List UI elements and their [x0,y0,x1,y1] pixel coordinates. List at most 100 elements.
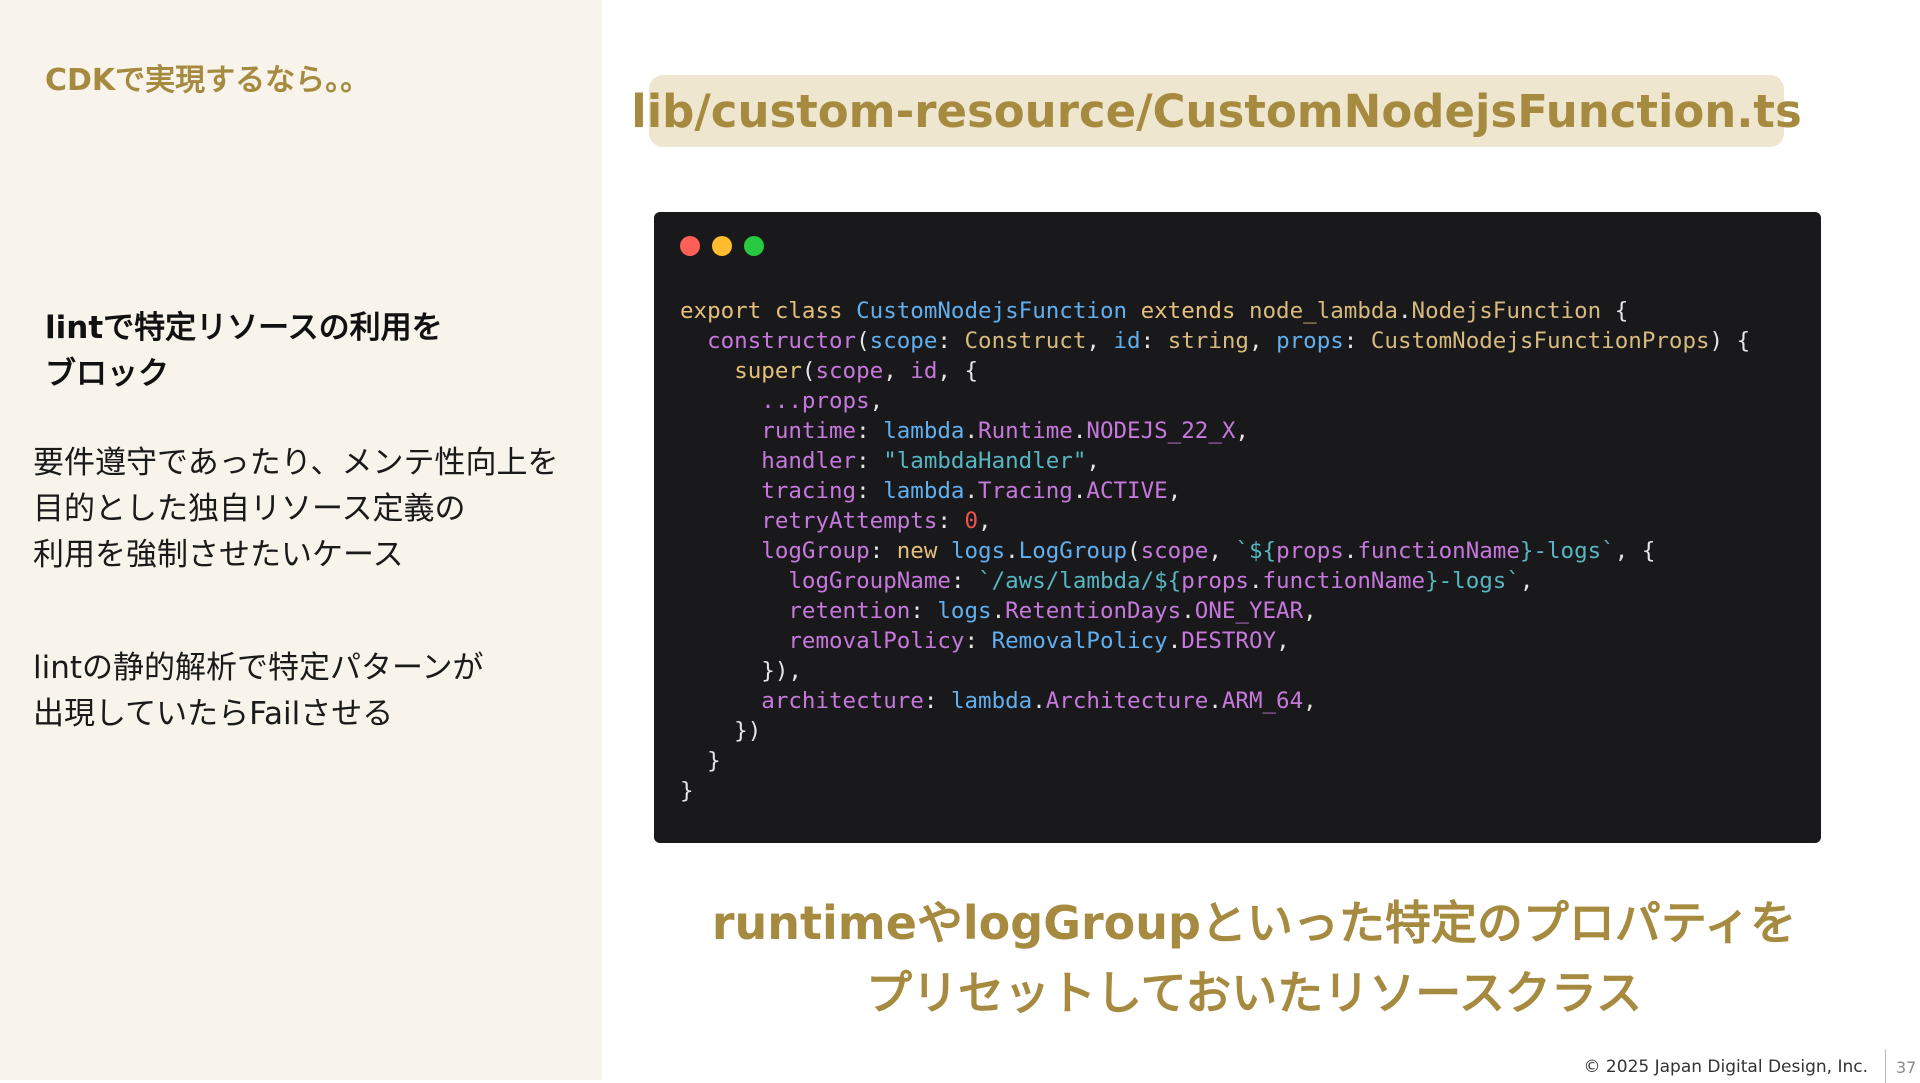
description-line: 出現していたらFailさせる [33,696,394,732]
code-line: removalPolicy: RemovalPolicy.DESTROY, [680,626,1750,656]
code-line: }), [680,656,1750,686]
code-token: : [869,538,897,564]
code-line: tracing: lambda.Tracing.ACTIVE, [680,476,1750,506]
code-token: . [1397,298,1412,324]
code-token: props [1276,328,1344,354]
code-token: : [856,418,884,444]
code-token: lambda [883,418,965,444]
code-token: props [1276,538,1344,564]
code-token: extends [1140,298,1249,324]
code-token: Runtime [978,418,1073,444]
code-token: , [978,508,992,534]
code-token: : [923,688,951,714]
code-token: . [1343,538,1358,564]
code-token: RemovalPolicy [991,628,1168,654]
code-token: CustomNodejsFunction [856,298,1141,324]
code-token: 0 [964,508,979,534]
code-token: super [734,358,802,384]
file-path-label: lib/custom-resource/CustomNodejsFunction… [631,84,1802,138]
left-panel: CDKで実現するなら。。 lintで特定リソースの利用を ブロック 要件遵守であ… [0,0,602,1080]
code-token: , [883,358,911,384]
code-token: node_lambda [1248,298,1398,324]
description-1: 要件遵守であったり、メンテ性向上を 目的とした独自リソース定義の 利用を強制させ… [33,440,558,578]
window-controls [680,236,764,256]
code-token: functionName [1262,568,1426,594]
file-path-pill: lib/custom-resource/CustomNodejsFunction… [631,75,1802,147]
code-token: logGroup [761,538,870,564]
code-token: scope [869,328,938,354]
code-token: : [1343,328,1371,354]
code-token: : [937,328,965,354]
code-line: constructor(scope: Construct, id: string… [680,326,1750,356]
code-token: id [1113,328,1141,354]
code-token: . [1167,628,1182,654]
maximize-dot-icon [744,236,764,256]
close-dot-icon [680,236,700,256]
code-token: }-logs` [1519,538,1615,564]
code-token: architecture [761,688,924,714]
code-token: logs [950,538,1006,564]
code-token: handler [761,448,857,474]
code-line: runtime: lambda.Runtime.NODEJS_22_X, [680,416,1750,446]
code-token: ACTIVE [1086,478,1168,504]
code-token: : [856,448,884,474]
code-token: , [1086,448,1100,474]
code-token: lambda [950,688,1033,714]
code-token: removalPolicy [788,628,965,654]
code-token: DESTROY [1181,628,1277,654]
code-token: NODEJS_22_X [1086,418,1236,444]
code-line: ...props, [680,386,1750,416]
subheading-line: ブロック [45,356,169,392]
code-token: . [1072,478,1087,504]
section-label: CDKで実現するなら。。 [45,63,371,98]
code-token: Tracing [978,478,1073,504]
code-line: } [680,776,1750,806]
code-token: . [991,598,1006,624]
code-token: } [680,748,721,774]
description-line: 要件遵守であったり、メンテ性向上を [33,445,559,481]
code-token: functionName [1357,538,1520,564]
code-token: ( [1127,538,1141,564]
code-token: runtime [761,418,857,444]
code-line: retention: logs.RetentionDays.ONE_YEAR, [680,596,1750,626]
code-token: Architecture [1045,688,1209,714]
code-token: . [1005,538,1019,564]
code-token: , { [1614,538,1656,564]
code-token: }), [680,658,802,684]
code-line: architecture: lambda.Architecture.ARM_64… [680,686,1750,716]
code-token: : [910,598,938,624]
code-token: , [1303,598,1317,624]
code-token: LogGroup [1018,538,1128,564]
code-token: , [1208,538,1236,564]
code-token: NodejsFunction [1411,298,1602,324]
code-token: , [1235,418,1249,444]
code-token: constructor [707,328,857,354]
code-token: ARM_64 [1221,688,1304,714]
code-token: `${ [1235,538,1277,564]
code-token: . [1032,688,1046,714]
code-token: } [680,778,694,804]
description-line: 目的とした独自リソース定義の [33,491,466,527]
code-token: . [1208,688,1222,714]
caption: runtimeやlogGroupといった特定のプロパティを プリセットしておいた… [654,888,1854,1028]
description-2: lintの静的解析で特定パターンが 出現していたらFailさせる [33,645,483,737]
code-token: . [964,418,979,444]
minimize-dot-icon [712,236,732,256]
caption-line: runtimeやlogGroupといった特定のプロパティを [711,896,1797,950]
code-token: logs [937,598,992,624]
code-block: export class CustomNodejsFunction extend… [680,296,1750,806]
code-line: export class CustomNodejsFunction extend… [680,296,1750,326]
code-line: }) [680,716,1750,746]
code-token: retention [788,598,911,624]
code-token: , { [937,358,979,384]
page-number: 37 [1896,1058,1917,1077]
code-token: , [1303,688,1317,714]
code-token: , [1276,628,1290,654]
